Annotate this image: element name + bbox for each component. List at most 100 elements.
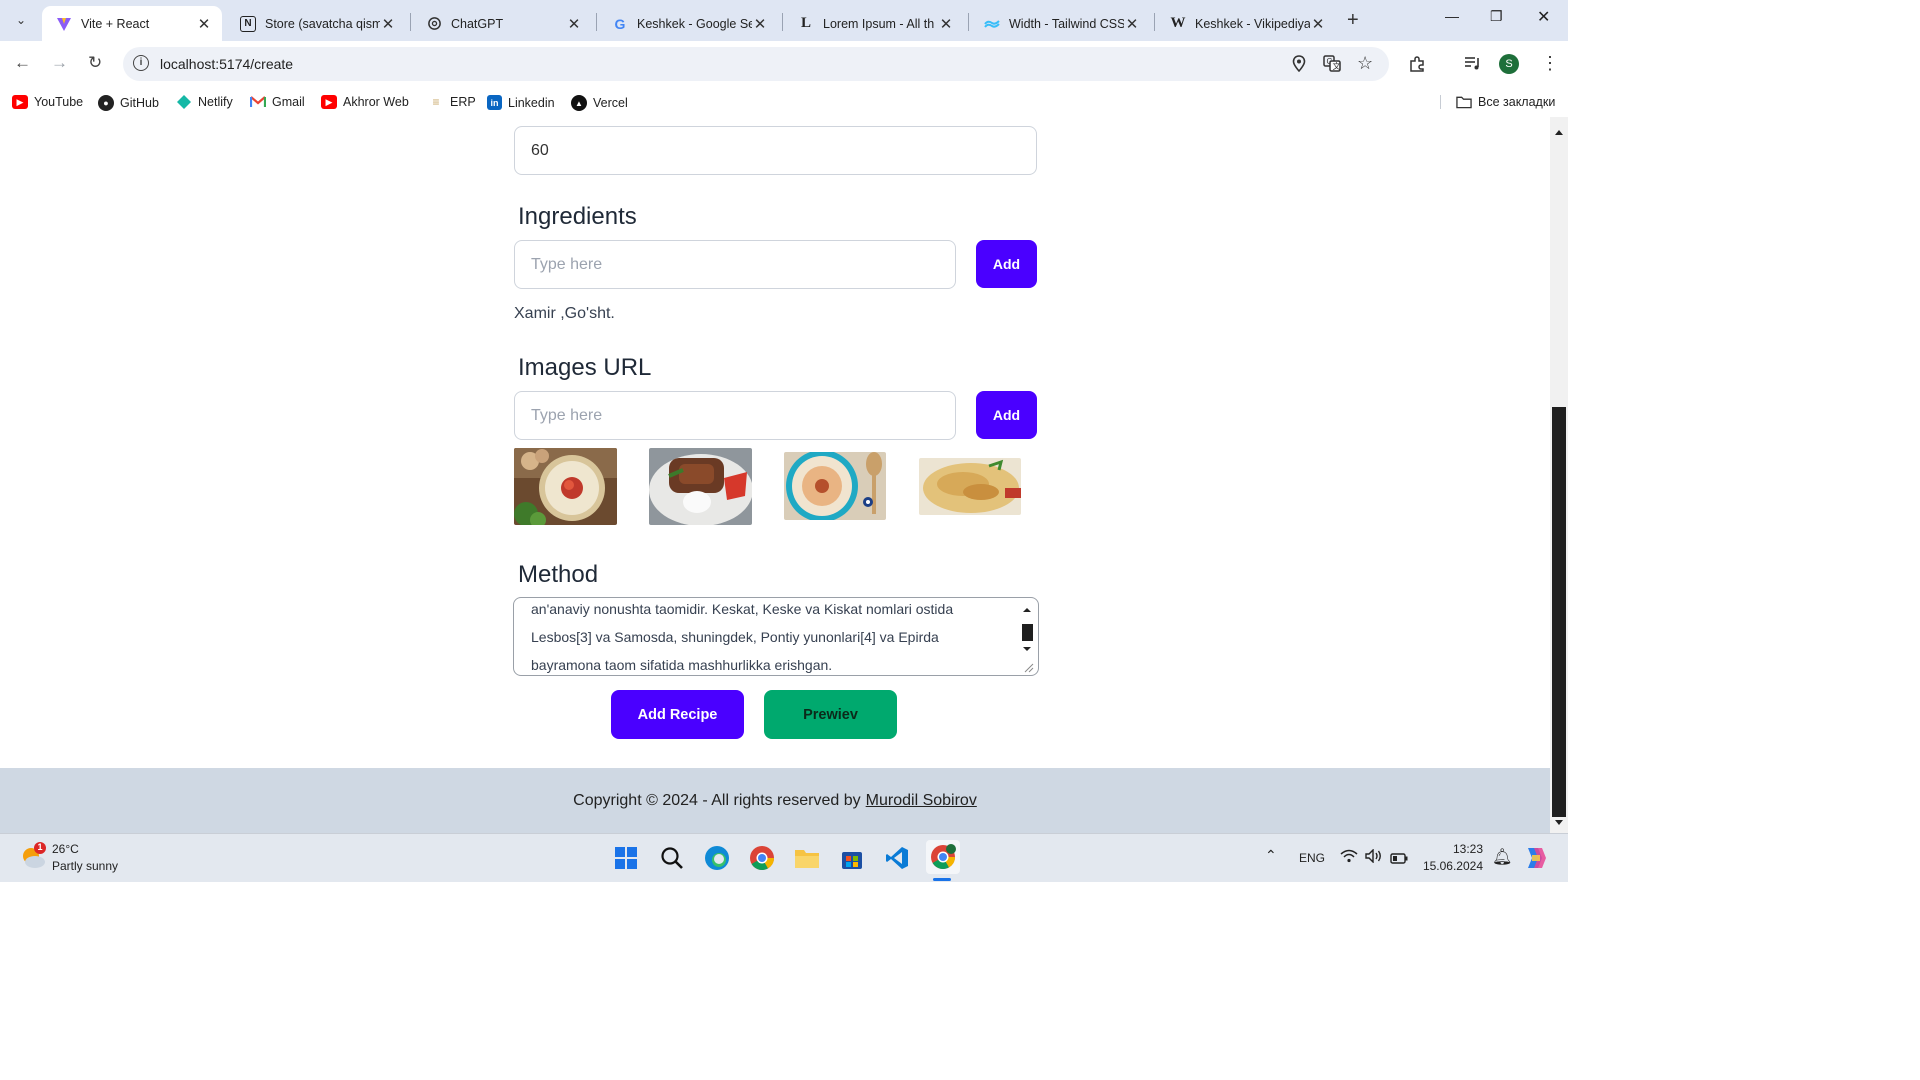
bookmark-label: Netlify — [198, 95, 233, 109]
tab-lorem-ipsum[interactable]: L Lorem Ipsum - All th ✕ — [784, 6, 964, 41]
weather-icon[interactable]: 1 — [18, 842, 48, 877]
chrome-active-icon[interactable] — [926, 840, 960, 874]
bookmark-label: ERP — [450, 95, 476, 109]
microsoft-store-icon[interactable] — [838, 844, 866, 872]
tab-wikipedia[interactable]: W Keshkek - Vikipediya ✕ — [1156, 6, 1336, 41]
notification-bell-icon[interactable]: 🔔︎ — [1492, 847, 1512, 867]
lorem-icon: L — [800, 15, 811, 31]
chrome-icon[interactable] — [748, 844, 776, 872]
bookmark-netlify[interactable]: Netlify — [176, 95, 233, 109]
page-scrollbar[interactable] — [1550, 117, 1568, 833]
tailwind-icon — [984, 16, 1000, 32]
bookmark-label: Gmail — [272, 95, 305, 109]
bookmark-label: GitHub — [120, 96, 159, 110]
bookmark-akhror-web[interactable]: ▶ Akhror Web — [321, 95, 409, 109]
cooking-time-input[interactable]: 60 — [514, 126, 1037, 175]
add-ingredient-button[interactable]: Add — [976, 240, 1037, 288]
edge-icon[interactable] — [703, 844, 731, 872]
youtube-icon: ▶ — [12, 95, 28, 109]
menu-kebab-icon[interactable]: ⋮ — [1541, 53, 1559, 74]
add-recipe-button[interactable]: Add Recipe — [611, 690, 744, 739]
tab-title: Vite + React — [81, 16, 150, 31]
copyright-text: Copyright © 2024 - All rights reserved b… — [573, 791, 861, 809]
close-tab-icon[interactable]: ✕ — [380, 15, 396, 33]
file-explorer-icon[interactable] — [793, 844, 821, 872]
close-tab-icon[interactable]: ✕ — [566, 15, 582, 33]
tab-title: Keshkek - Google Se — [637, 16, 752, 31]
location-pin-icon[interactable] — [1292, 55, 1306, 77]
method-textarea[interactable]: an'anaviy nonushta taomidir. Keskat, Kes… — [513, 597, 1039, 676]
clock-date[interactable]: 15.06.2024 — [1421, 859, 1483, 873]
copilot-icon[interactable] — [1522, 845, 1548, 876]
method-label: Method — [518, 561, 599, 588]
restore-icon[interactable]: ❐ — [1490, 8, 1503, 25]
address-bar[interactable]: i localhost:5174/create — [123, 47, 1389, 81]
windows-start-icon[interactable] — [612, 844, 640, 872]
recipe-image-thumbnail — [649, 448, 752, 525]
tab-title: ChatGPT — [451, 16, 504, 31]
vscode-icon[interactable] — [883, 844, 911, 872]
tab-search-chevron-icon[interactable]: ⌄ — [8, 7, 34, 33]
extensions-icon[interactable] — [1408, 55, 1426, 78]
bookmark-star-icon[interactable]: ☆ — [1357, 53, 1373, 74]
close-tab-icon[interactable]: ✕ — [938, 15, 954, 33]
vercel-icon: ▲ — [571, 95, 587, 111]
bookmark-gmail[interactable]: Gmail — [250, 95, 305, 109]
add-image-button[interactable]: Add — [976, 391, 1037, 439]
google-icon: G — [614, 15, 626, 32]
linkedin-icon: in — [487, 95, 502, 110]
youtube-icon: ▶ — [321, 95, 337, 109]
close-tab-icon[interactable]: ✕ — [1124, 15, 1140, 33]
bookmark-vercel[interactable]: ▲ Vercel — [571, 95, 628, 111]
method-text-line: bayramona taom sifatida mashhurlikka eri… — [531, 657, 833, 673]
clock-time[interactable]: 13:23 — [1425, 842, 1483, 856]
tab-separator — [968, 13, 969, 31]
translate-icon[interactable]: G文 — [1323, 55, 1341, 77]
preview-button[interactable]: Prewiev — [764, 690, 897, 739]
weather-desc: Partly sunny — [52, 859, 119, 873]
close-tab-icon[interactable]: ✕ — [752, 15, 768, 33]
close-tab-icon[interactable]: ✕ — [1310, 15, 1326, 33]
chevron-up-icon[interactable]: ⌃ — [1265, 847, 1277, 864]
bookmark-github[interactable]: ● GitHub — [98, 95, 159, 111]
images-url-label: Images URL — [518, 354, 652, 381]
tab-chatgpt[interactable]: ChatGPT ✕ — [412, 6, 592, 41]
profile-avatar[interactable]: S — [1499, 54, 1519, 74]
language-indicator[interactable]: ENG — [1299, 851, 1325, 865]
ingredient-input[interactable]: Type here — [514, 240, 956, 289]
bookmark-linkedin[interactable]: in Linkedin — [487, 95, 555, 110]
battery-icon[interactable] — [1390, 851, 1408, 869]
image-url-input[interactable]: Type here — [514, 391, 956, 440]
svg-text:文: 文 — [1333, 61, 1341, 71]
bookmark-youtube[interactable]: ▶ YouTube — [12, 95, 83, 109]
vite-icon — [56, 16, 72, 32]
site-info-icon[interactable]: i — [133, 55, 149, 71]
tab-vite-react[interactable]: Vite + React ✕ — [42, 6, 222, 41]
reload-icon[interactable]: ↻ — [88, 53, 102, 73]
tab-google-search[interactable]: G Keshkek - Google Se ✕ — [598, 6, 778, 41]
chatgpt-icon — [426, 16, 442, 32]
search-icon[interactable] — [658, 844, 686, 872]
bookmark-label: Akhror Web — [343, 95, 409, 109]
erp-icon: ≡ — [432, 95, 440, 109]
volume-icon[interactable] — [1365, 848, 1383, 868]
tab-store[interactable]: N Store (savatcha qismi ✕ — [226, 6, 406, 41]
tab-title: Keshkek - Vikipediya — [1195, 16, 1310, 31]
all-bookmarks[interactable]: Все закладки — [1440, 95, 1555, 109]
close-tab-icon[interactable]: ✕ — [196, 15, 212, 33]
page-scrollbar-thumb[interactable] — [1552, 407, 1566, 817]
bookmark-label: Linkedin — [508, 95, 555, 110]
close-window-icon[interactable]: ✕ — [1537, 7, 1550, 27]
bookmark-erp[interactable]: ≡ ERP — [428, 95, 476, 109]
author-link[interactable]: Murodil Sobirov — [866, 792, 977, 810]
windows-taskbar: 1 26°C Partly sunny ⌃ ENG 13:23 15.06.20… — [0, 833, 1568, 882]
minimize-icon[interactable]: — — [1445, 8, 1459, 24]
new-tab-icon[interactable]: + — [1347, 9, 1359, 32]
tab-separator — [596, 13, 597, 31]
textarea-scrollbar[interactable] — [1020, 602, 1034, 673]
back-icon[interactable]: ← — [14, 53, 31, 73]
forward-icon[interactable]: → — [51, 53, 68, 73]
media-control-icon[interactable] — [1463, 55, 1481, 76]
wifi-icon[interactable] — [1340, 849, 1358, 868]
tab-tailwind[interactable]: Width - Tailwind CSS ✕ — [970, 6, 1150, 41]
